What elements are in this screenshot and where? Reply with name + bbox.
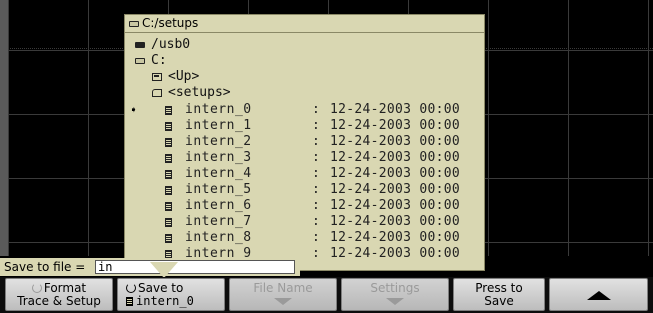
file-icon [165, 122, 172, 131]
file-date: 12-24-2003 00:00 [330, 166, 461, 181]
rotate-knob-icon [31, 283, 42, 293]
file-icon [165, 202, 172, 211]
file-row[interactable]: intern_7 : 12-24-2003 00:00 [125, 215, 484, 229]
file-date: 12-24-2003 00:00 [330, 102, 461, 117]
file-row[interactable]: ➧ intern_0 : 12-24-2003 00:00 [125, 102, 484, 118]
usb-drive-icon [135, 42, 145, 48]
settings-softkey[interactable]: Settings [341, 278, 449, 311]
file-icon [165, 154, 172, 163]
save-to-file-field[interactable]: in [95, 260, 295, 274]
tree-item-label: <setups> [168, 85, 231, 100]
file-separator: : [312, 198, 320, 213]
tree-item-c-drive[interactable]: C: [135, 53, 167, 69]
dialog-title: C:/setups [142, 16, 199, 30]
file-browser-dialog: C:/setups /usb0 C: <Up> <setups> ➧ inter… [124, 14, 485, 271]
up-arrow-icon [586, 291, 611, 300]
file-separator: : [312, 134, 320, 149]
file-icon [165, 218, 172, 227]
tree-item-usb[interactable]: /usb0 [135, 37, 190, 53]
file-separator: : [312, 102, 320, 117]
file-separator: : [312, 246, 320, 261]
file-name: intern_7 [185, 214, 252, 229]
file-name: intern_1 [185, 118, 252, 133]
file-name-softkey[interactable]: File Name [229, 278, 337, 311]
file-separator: : [312, 166, 320, 181]
left-edge-strip [0, 0, 8, 256]
down-arrow-icon [274, 298, 292, 305]
file-separator: : [312, 182, 320, 197]
press-to-save-line2: Save [484, 294, 514, 308]
file-row[interactable]: intern_5 : 12-24-2003 00:00 [125, 183, 484, 197]
file-name: intern_6 [185, 198, 252, 213]
file-separator: : [312, 214, 320, 229]
file-name: intern_0 [185, 102, 252, 117]
file-date: 12-24-2003 00:00 [330, 150, 461, 165]
file-icon [126, 297, 133, 306]
press-to-save-line1: Press to [475, 281, 523, 295]
folder-open-icon [152, 89, 162, 97]
file-date: 12-24-2003 00:00 [330, 134, 461, 149]
selection-arrow-icon: ➧ [130, 103, 138, 117]
file-date: 12-24-2003 00:00 [330, 198, 461, 213]
tree-item-up[interactable]: <Up> [152, 69, 199, 85]
press-to-save-softkey[interactable]: Press to Save [453, 278, 545, 311]
file-name: intern_8 [185, 230, 252, 245]
file-icon [165, 186, 172, 195]
file-separator: : [312, 118, 320, 133]
file-name: intern_4 [185, 166, 252, 181]
file-name: intern_5 [185, 182, 252, 197]
file-row[interactable]: intern_2 : 12-24-2003 00:00 [125, 135, 484, 149]
file-date: 12-24-2003 00:00 [330, 214, 461, 229]
file-date: 12-24-2003 00:00 [330, 230, 461, 245]
tree-item-label: /usb0 [151, 37, 191, 52]
drive-icon [135, 58, 145, 64]
down-arrow-icon [386, 298, 404, 305]
tree-item-label: C: [151, 53, 167, 68]
file-separator: : [312, 230, 320, 245]
rotate-knob-icon [126, 283, 136, 293]
tree-item-setups[interactable]: <setups> [152, 85, 231, 101]
format-softkey-line2: Trace & Setup [17, 294, 101, 308]
file-name: intern_2 [185, 134, 252, 149]
file-icon [165, 106, 172, 115]
format-softkey-line1: Format [43, 281, 87, 295]
file-row[interactable]: intern_8 : 12-24-2003 00:00 [125, 231, 484, 245]
settings-softkey-label: Settings [370, 281, 420, 295]
menu-up-softkey[interactable] [549, 278, 648, 311]
dialog-callout-pointer [150, 262, 178, 278]
file-icon [165, 138, 172, 147]
file-row[interactable]: intern_1 : 12-24-2003 00:00 [125, 119, 484, 133]
drive-icon [129, 20, 139, 27]
save-to-softkey[interactable]: Save to intern_0 [117, 278, 225, 311]
softkey-bar: Format Trace & Setup Save to intern_0 Fi… [0, 277, 653, 313]
file-row[interactable]: intern_4 : 12-24-2003 00:00 [125, 167, 484, 181]
file-separator: : [312, 150, 320, 165]
save-to-softkey-line1: Save to [138, 281, 184, 295]
folder-up-icon [152, 73, 162, 81]
dialog-titlebar: C:/setups [125, 15, 484, 33]
file-icon [165, 234, 172, 243]
save-to-file-label: Save to file = [4, 260, 86, 274]
file-icon [165, 170, 172, 179]
tree-item-label: <Up> [168, 69, 200, 84]
file-name: intern_3 [185, 150, 252, 165]
file-date: 12-24-2003 00:00 [330, 182, 461, 197]
file-date: 12-24-2003 00:00 [330, 246, 461, 261]
file-row[interactable]: intern_3 : 12-24-2003 00:00 [125, 151, 484, 165]
file-name-softkey-label: File Name [253, 281, 313, 295]
file-row[interactable]: intern_6 : 12-24-2003 00:00 [125, 199, 484, 213]
format-trace-setup-softkey[interactable]: Format Trace & Setup [5, 278, 113, 311]
file-date: 12-24-2003 00:00 [330, 118, 461, 133]
save-to-softkey-line2: intern_0 [136, 294, 194, 308]
